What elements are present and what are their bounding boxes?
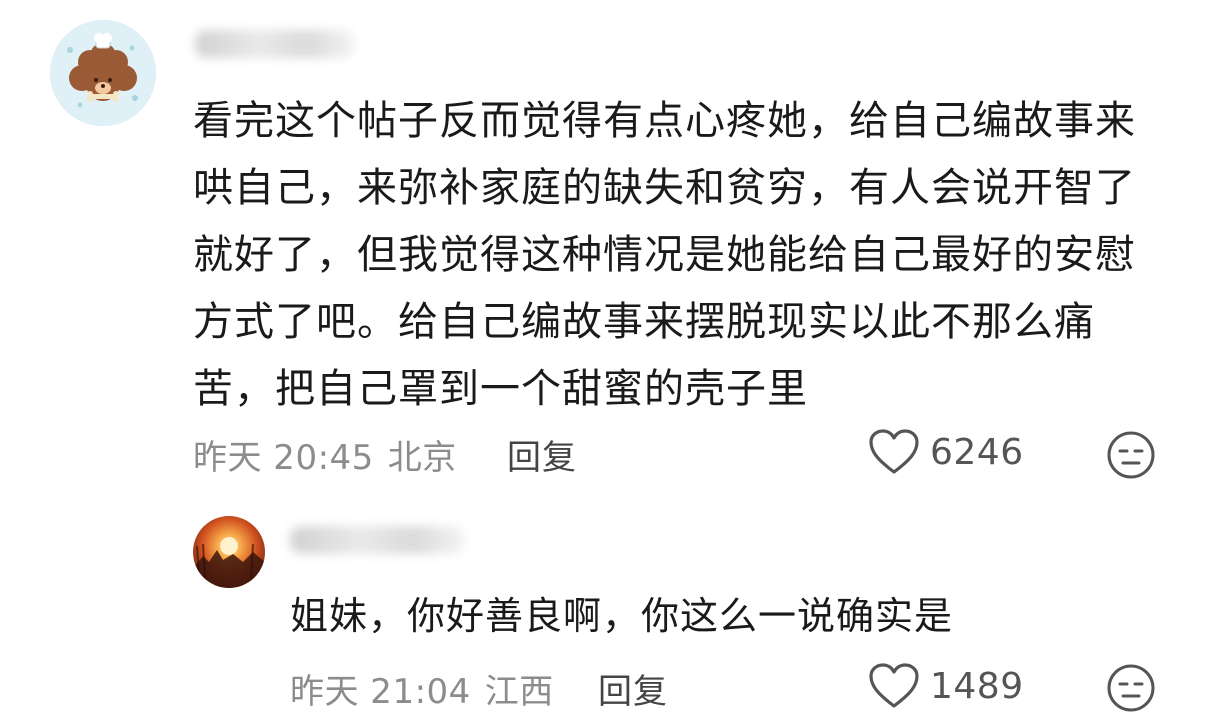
poodle-avatar-icon	[50, 20, 156, 126]
reply-meta: 昨天 21:04 江西	[290, 664, 554, 713]
reply-dislike-button[interactable]	[1106, 663, 1156, 713]
comment-reply-button[interactable]: 回复	[507, 430, 577, 479]
comment-time: 昨天 20:45	[193, 438, 374, 478]
replier-name-blurred[interactable]	[290, 526, 465, 554]
meh-face-icon	[1107, 664, 1155, 712]
comment-like-count: 6246	[930, 431, 1024, 473]
reply-reply-button[interactable]: 回复	[598, 664, 668, 713]
commenter-name-blurred[interactable]	[195, 30, 355, 58]
meh-face-icon	[1107, 431, 1155, 479]
reply-location: 江西	[484, 672, 554, 712]
reply-like-count: 1489	[930, 665, 1024, 707]
reply-like-button[interactable]: 1489	[868, 662, 1024, 710]
heart-icon	[869, 429, 919, 474]
replier-avatar[interactable]	[193, 516, 265, 588]
comment-like-button[interactable]: 6246	[868, 428, 1024, 476]
comment-dislike-button[interactable]	[1106, 430, 1156, 480]
reply-time: 昨天 21:04	[290, 672, 471, 712]
commenter-avatar[interactable]	[50, 20, 156, 126]
reply-text: 姐妹，你好善良啊，你这么一说确实是	[290, 594, 954, 638]
comment-meta: 昨天 20:45 北京	[193, 430, 457, 479]
heart-icon	[869, 663, 919, 708]
sunset-avatar-icon	[193, 537, 265, 588]
comment-location: 北京	[387, 438, 457, 478]
comment-text: 看完这个帖子反而觉得有点心疼她，给自己编故事来哄自己，来弥补家庭的缺失和贫穷，有…	[193, 98, 1136, 412]
